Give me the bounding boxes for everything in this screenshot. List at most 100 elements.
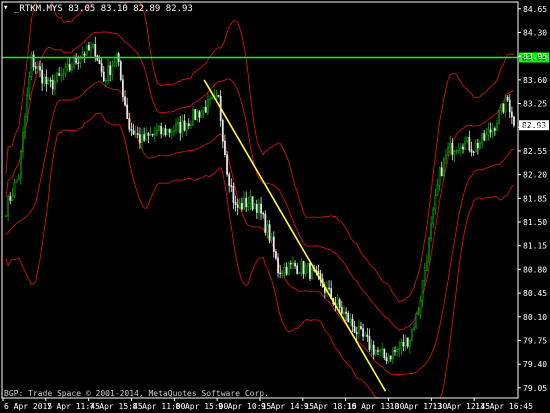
candle-body xyxy=(73,57,75,69)
candle-body xyxy=(513,116,515,126)
candle-body xyxy=(362,328,364,337)
candle-body xyxy=(107,65,109,81)
candle-body xyxy=(181,120,184,134)
candle-body xyxy=(185,123,188,131)
candle-body xyxy=(294,262,296,267)
candle-body xyxy=(28,76,31,96)
candle-body xyxy=(351,318,354,327)
candle-body xyxy=(166,129,169,136)
candle-body xyxy=(487,129,490,136)
candle-body xyxy=(389,355,392,360)
candle-body xyxy=(400,341,403,349)
candle-body xyxy=(170,131,173,134)
candle-body xyxy=(15,179,18,183)
candle-body xyxy=(238,203,241,208)
candle-body xyxy=(498,110,501,124)
candle-body xyxy=(258,203,260,213)
candle-body xyxy=(336,299,339,305)
candle-body xyxy=(98,60,101,65)
price-chart[interactable]: 83.9382.93 84.6584.3083.9583.6083.2582.9… xyxy=(0,0,550,413)
candle-body xyxy=(158,126,160,131)
candle-body xyxy=(143,134,146,141)
candle-body xyxy=(85,44,88,56)
candle-body xyxy=(111,65,114,75)
candle-body xyxy=(360,326,362,329)
candle-body xyxy=(17,176,20,181)
candle-body xyxy=(489,129,492,133)
candle-body xyxy=(79,58,82,64)
candle-body xyxy=(459,146,462,149)
candle-body xyxy=(232,186,235,203)
candle-body xyxy=(41,69,44,84)
candle-body xyxy=(411,329,413,341)
candle-body xyxy=(468,137,471,151)
candle-body xyxy=(83,53,86,56)
candle-body xyxy=(175,123,177,131)
candle-body xyxy=(432,208,435,225)
candle-body xyxy=(164,128,167,136)
candle-body xyxy=(366,334,369,337)
candle-body xyxy=(113,62,116,67)
candle-body xyxy=(438,167,441,186)
candle-body xyxy=(162,128,165,135)
candle-body xyxy=(153,133,156,136)
candle-body xyxy=(370,344,373,350)
candle-body xyxy=(428,237,430,263)
candle-body xyxy=(236,204,239,208)
candle-body xyxy=(296,265,299,274)
candle-body xyxy=(508,99,511,113)
candle-body xyxy=(349,318,352,323)
candle-body xyxy=(406,337,409,347)
candle-body xyxy=(289,262,292,265)
candle-body xyxy=(251,196,254,210)
candle-body xyxy=(434,195,437,210)
y-tick-label: 84.65 xyxy=(523,5,547,14)
candle-body xyxy=(302,261,305,275)
candle-body xyxy=(245,197,248,208)
candle-body xyxy=(500,103,503,112)
candle-body xyxy=(100,63,103,73)
candle-body xyxy=(268,224,271,241)
candle-body xyxy=(353,326,356,333)
candle-body xyxy=(45,76,48,85)
candle-body xyxy=(300,261,303,274)
candle-body xyxy=(281,272,284,274)
candle-body xyxy=(368,336,371,350)
candle-body xyxy=(270,236,273,241)
candle-body xyxy=(234,202,237,206)
candle-body xyxy=(202,106,205,112)
candle-body xyxy=(510,111,513,118)
candle-body xyxy=(136,133,139,135)
candle-body xyxy=(134,133,137,135)
candle-body xyxy=(430,223,432,239)
candle-body xyxy=(200,110,203,118)
candle-body xyxy=(491,128,494,133)
candle-body xyxy=(287,262,290,275)
candle-body xyxy=(249,196,252,204)
candle-body xyxy=(357,326,360,334)
candle-body xyxy=(177,121,180,125)
candle-body xyxy=(183,120,186,131)
candle-body xyxy=(22,132,24,152)
candle-body xyxy=(194,109,197,120)
candle-body xyxy=(51,80,54,90)
candle-body xyxy=(243,197,245,210)
candle-body xyxy=(54,81,56,90)
candle-body xyxy=(105,80,107,82)
candle-body xyxy=(502,103,505,113)
candle-body xyxy=(408,339,411,347)
candle-body xyxy=(39,66,41,71)
candle-body xyxy=(496,123,498,131)
candle-body xyxy=(190,124,192,127)
y-tick-label: 80.45 xyxy=(523,289,547,298)
candle-body xyxy=(92,44,95,48)
candle-body xyxy=(283,266,286,274)
candle-body xyxy=(147,132,150,136)
candle-body xyxy=(26,94,29,117)
ohlc-readout: 83.05 83.10 82.89 82.93 xyxy=(68,4,193,14)
y-tick-label: 82.55 xyxy=(523,147,547,156)
candle-body xyxy=(241,203,243,210)
candle-body xyxy=(317,270,320,275)
candle-body xyxy=(413,327,415,330)
chart-menu-icon[interactable]: ▾ xyxy=(3,4,11,13)
